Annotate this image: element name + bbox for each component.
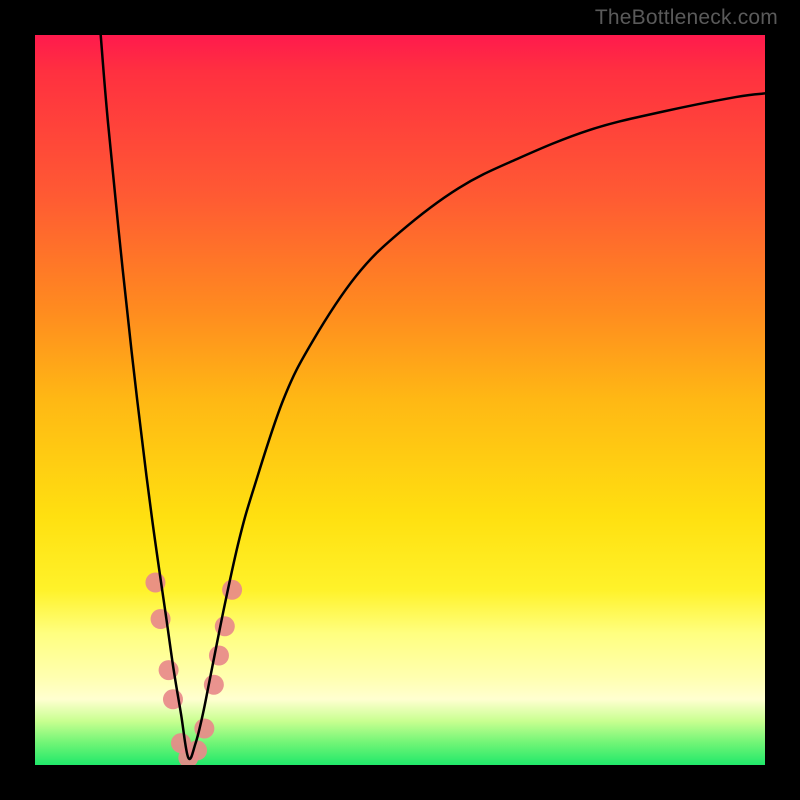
plot-area bbox=[35, 35, 765, 765]
gradient-background bbox=[35, 35, 765, 765]
watermark-text: TheBottleneck.com bbox=[595, 6, 778, 30]
chart-frame: TheBottleneck.com bbox=[0, 0, 800, 800]
